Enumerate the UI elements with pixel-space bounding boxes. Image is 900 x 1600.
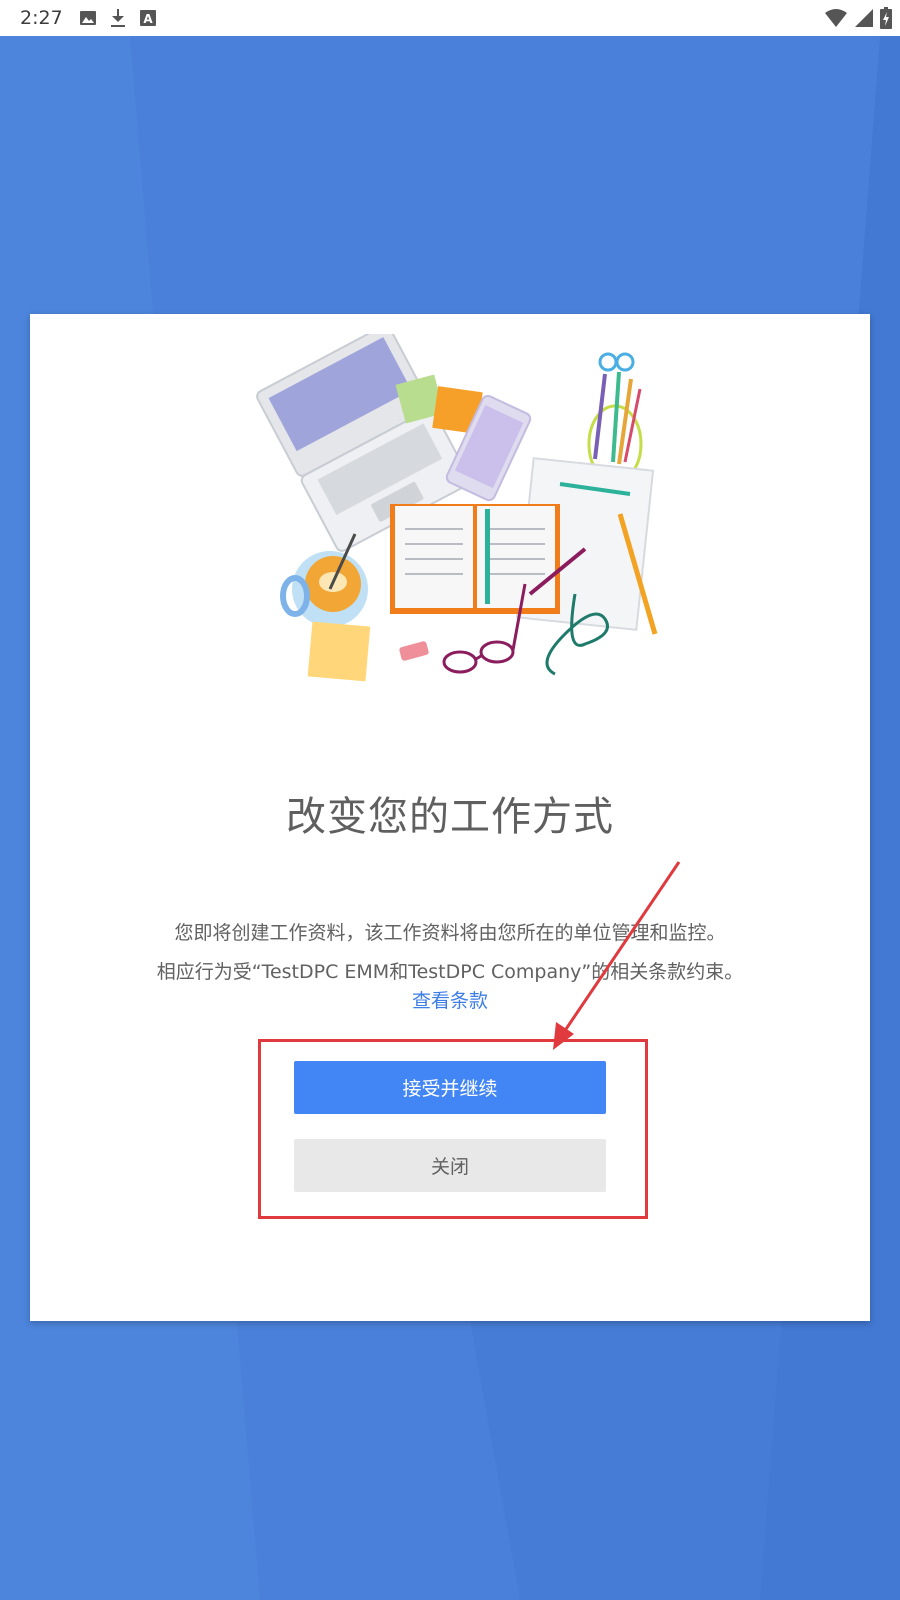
- signal-icon: [854, 8, 874, 28]
- wifi-icon: [824, 8, 848, 28]
- battery-icon: [880, 7, 892, 29]
- image-icon: [79, 9, 97, 27]
- status-time: 2:27: [20, 7, 63, 29]
- description-line-2: 相应行为受“TestDPC EMM和TestDPC Company”的相关条款约…: [156, 961, 744, 983]
- annotation-highlight-box: [258, 1039, 648, 1219]
- status-bar: 2:27 A: [0, 0, 900, 36]
- text-a-icon: A: [139, 9, 157, 27]
- svg-text:A: A: [143, 12, 153, 26]
- download-icon: [109, 8, 127, 28]
- view-terms-link[interactable]: 查看条款: [30, 986, 870, 1013]
- desk-illustration: [256, 334, 658, 682]
- description-line-1: 您即将创建工作资料，该工作资料将由您所在的单位管理和监控。: [174, 922, 726, 944]
- page-title: 改变您的工作方式: [286, 794, 614, 840]
